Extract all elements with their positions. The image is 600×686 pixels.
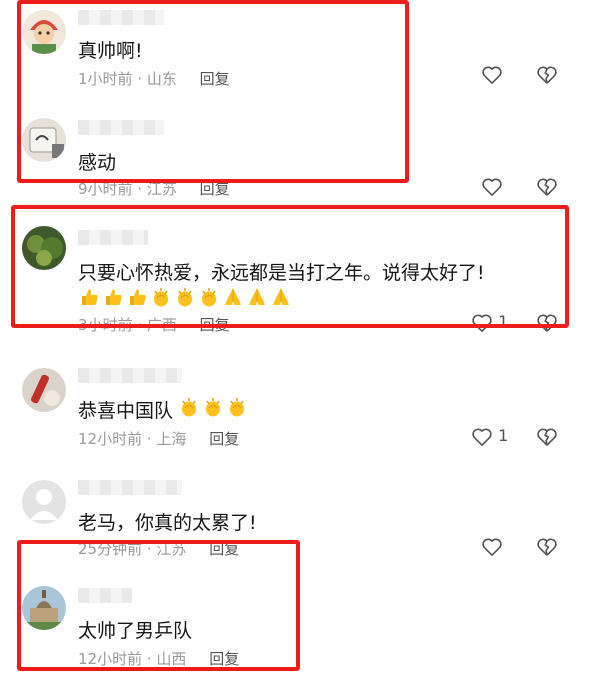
comment-time: 12小时前 bbox=[78, 650, 143, 668]
broken-heart-icon bbox=[537, 428, 557, 446]
reply-button[interactable]: 回复 bbox=[209, 430, 239, 448]
comment-time: 25分钟前 bbox=[78, 540, 143, 558]
like-button[interactable] bbox=[481, 536, 503, 557]
comment-location: 江苏 bbox=[146, 180, 177, 198]
comment-meta: 12小时前 · 上海 回复 bbox=[78, 430, 240, 448]
reply-button[interactable]: 回复 bbox=[209, 540, 239, 558]
user-avatar[interactable] bbox=[22, 118, 66, 162]
comment-location: 山西 bbox=[156, 650, 187, 668]
heart-outline-icon bbox=[472, 314, 492, 332]
comment-text: 太帅了男乒队 bbox=[78, 620, 193, 642]
comment-location: 上海 bbox=[156, 430, 187, 448]
username-blurred[interactable] bbox=[78, 480, 182, 495]
emoji-row bbox=[178, 396, 250, 418]
dislike-button[interactable] bbox=[536, 536, 558, 557]
comment-time: 1小时前 bbox=[78, 70, 133, 88]
comment-item: 真帅啊! 1小时前 · 山东 回复 bbox=[0, 0, 600, 112]
like-button[interactable] bbox=[481, 64, 503, 85]
broken-heart-icon bbox=[537, 66, 557, 84]
comment-text: 恭喜中国队 bbox=[78, 400, 174, 422]
like-count: 1 bbox=[498, 312, 509, 331]
comment-meta: 9小时前 · 江苏 回复 bbox=[78, 180, 230, 198]
user-avatar[interactable] bbox=[22, 368, 66, 412]
comment-meta: 3小时前 · 广西 回复 bbox=[78, 316, 230, 334]
user-avatar[interactable] bbox=[22, 226, 66, 270]
user-avatar[interactable] bbox=[22, 10, 66, 54]
reply-button[interactable]: 回复 bbox=[200, 180, 230, 198]
comment-text: 只要心怀热爱，永远都是当打之年。说得太好了! bbox=[78, 262, 485, 284]
folded-hands-icon bbox=[222, 286, 244, 308]
broken-heart-icon bbox=[537, 178, 557, 196]
thumbs-up-icon bbox=[78, 286, 100, 308]
clapping-hands-icon bbox=[174, 286, 196, 308]
comment-text: 感动 bbox=[78, 152, 117, 174]
user-avatar[interactable] bbox=[22, 586, 66, 630]
like-button[interactable]: 1 bbox=[471, 426, 508, 447]
comment-item: 老马，你真的太累了! 25分钟前 · 江苏 回复 bbox=[0, 466, 600, 578]
comment-text: 真帅啊! bbox=[78, 40, 143, 62]
comment-item: 太帅了男乒队 12小时前 · 山西 回复 bbox=[0, 578, 600, 686]
broken-heart-icon bbox=[537, 314, 557, 332]
username-blurred[interactable] bbox=[78, 368, 182, 383]
folded-hands-icon bbox=[246, 286, 268, 308]
dislike-button[interactable] bbox=[536, 176, 558, 197]
clapping-hands-icon bbox=[198, 286, 220, 308]
clapping-hands-icon bbox=[178, 396, 200, 418]
reply-button[interactable]: 回复 bbox=[200, 70, 230, 88]
dislike-button[interactable] bbox=[536, 312, 558, 333]
username-blurred[interactable] bbox=[78, 10, 164, 25]
heart-outline-icon bbox=[482, 538, 502, 556]
reply-button[interactable]: 回复 bbox=[200, 316, 230, 334]
comment-meta: 25分钟前 · 江苏 回复 bbox=[78, 540, 240, 558]
comment-meta: 12小时前 · 山西 回复 bbox=[78, 650, 240, 668]
comment-time: 12小时前 bbox=[78, 430, 143, 448]
comment-time: 9小时前 bbox=[78, 180, 133, 198]
thumbs-up-icon bbox=[126, 286, 148, 308]
folded-hands-icon bbox=[270, 286, 292, 308]
like-count: 1 bbox=[498, 426, 509, 445]
heart-outline-icon bbox=[482, 178, 502, 196]
emoji-row bbox=[78, 286, 294, 308]
heart-outline-icon bbox=[472, 428, 492, 446]
comment-meta: 1小时前 · 山东 回复 bbox=[78, 70, 230, 88]
comment-item: 只要心怀热爱，永远都是当打之年。说得太好了! 3小时前 · 广西 回复 1 bbox=[0, 208, 600, 348]
like-button[interactable]: 1 bbox=[471, 312, 508, 333]
comment-item: 感动 9小时前 · 江苏 回复 bbox=[0, 112, 600, 208]
comment-location: 广西 bbox=[146, 316, 177, 334]
clapping-hands-icon bbox=[226, 396, 248, 418]
reply-button[interactable]: 回复 bbox=[209, 650, 239, 668]
heart-outline-icon bbox=[482, 66, 502, 84]
comment-location: 江苏 bbox=[156, 540, 187, 558]
thumbs-up-icon bbox=[102, 286, 124, 308]
like-button[interactable] bbox=[481, 176, 503, 197]
username-blurred[interactable] bbox=[78, 588, 132, 603]
clapping-hands-icon bbox=[150, 286, 172, 308]
comment-location: 山东 bbox=[146, 70, 177, 88]
broken-heart-icon bbox=[537, 538, 557, 556]
username-blurred[interactable] bbox=[78, 230, 148, 245]
comment-time: 3小时前 bbox=[78, 316, 133, 334]
comment-item: 恭喜中国队 12小时前 · 上海 回复 1 bbox=[0, 348, 600, 466]
dislike-button[interactable] bbox=[536, 64, 558, 85]
user-avatar[interactable] bbox=[22, 480, 66, 524]
comment-text: 老马，你真的太累了! bbox=[78, 512, 257, 534]
dislike-button[interactable] bbox=[536, 426, 558, 447]
username-blurred[interactable] bbox=[78, 120, 164, 135]
clapping-hands-icon bbox=[202, 396, 224, 418]
